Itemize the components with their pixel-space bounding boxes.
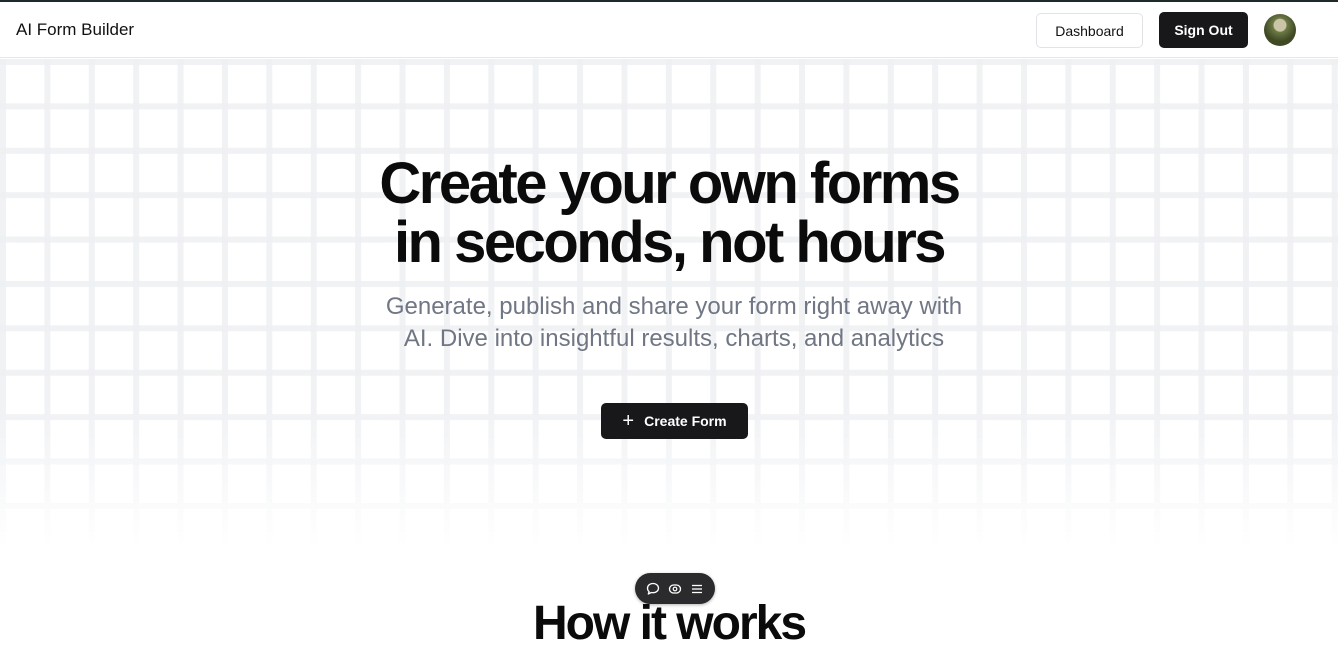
avatar[interactable] <box>1264 14 1296 46</box>
create-form-button[interactable]: + Create Form <box>601 403 748 439</box>
how-it-works-title: How it works <box>532 597 807 650</box>
top-navbar: AI Form Builder Dashboard Sign Out <box>0 2 1338 58</box>
dashboard-button[interactable]: Dashboard <box>1036 13 1143 48</box>
hero-title-line-2: in seconds, not hours <box>393 210 947 275</box>
comment-icon[interactable] <box>645 581 661 597</box>
hero-title: Create your own forms in seconds, not ho… <box>0 154 1338 272</box>
brand-name[interactable]: AI Form Builder <box>16 20 134 40</box>
floating-toolbar <box>635 573 715 604</box>
create-form-label: Create Form <box>644 413 727 429</box>
sign-out-button[interactable]: Sign Out <box>1159 12 1248 48</box>
hero-title-line-1: Create your own forms <box>379 151 961 216</box>
plus-icon: + <box>622 410 635 432</box>
menu-icon[interactable] <box>689 581 705 597</box>
eye-icon[interactable] <box>667 581 683 597</box>
hero-subtitle: Generate, publish and share your form ri… <box>385 293 963 352</box>
